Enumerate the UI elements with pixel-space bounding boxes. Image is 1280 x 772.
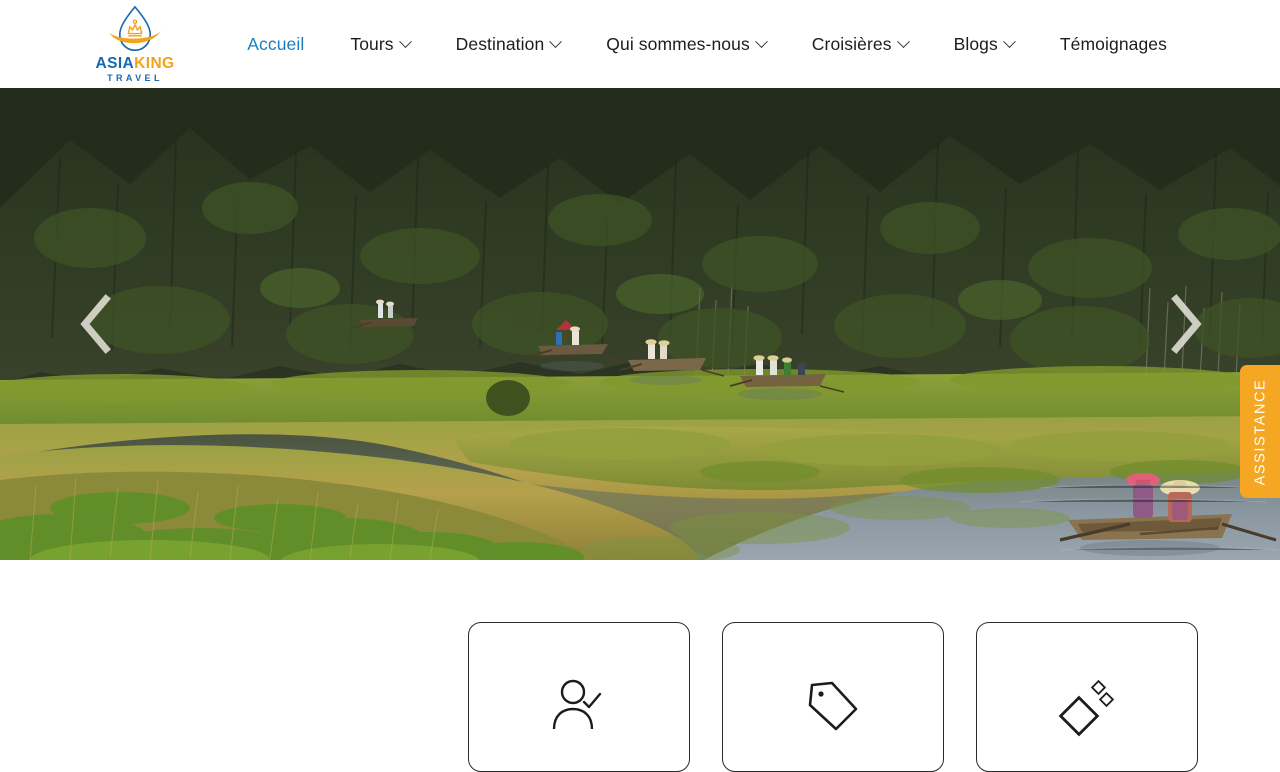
chevron-down-icon [398, 34, 412, 48]
chevron-down-icon [549, 34, 563, 48]
nav-item-destination[interactable]: Destination [433, 34, 584, 55]
site-logo[interactable]: ASIAKING TRAVEL [80, 5, 190, 83]
nav-label: Croisières [811, 33, 892, 54]
price-tag-icon [808, 681, 858, 731]
nav-item-tours[interactable]: Tours [327, 34, 432, 55]
nav-label: Blogs [953, 33, 998, 54]
assistance-label: ASSISTANCE [1252, 378, 1268, 485]
site-header: ASIAKING TRAVEL Accueil Tours Destinatio… [0, 0, 1280, 88]
water-drop-crown-logo-icon [109, 5, 161, 52]
logo-word-asia: ASIA [95, 54, 135, 72]
hero-landscape-image [0, 88, 1280, 560]
user-check-icon [552, 679, 602, 730]
feature-card-3[interactable] [976, 622, 1198, 772]
carousel-prev-button[interactable] [74, 293, 120, 355]
logo-tagline: TRAVEL [107, 73, 163, 83]
chevron-down-icon [754, 34, 768, 48]
chevron-down-icon [1002, 34, 1016, 48]
feature-cards-section [0, 560, 1280, 772]
nav-item-blogs[interactable]: Blogs [931, 34, 1037, 55]
logo-word-king: KING [134, 54, 175, 72]
nav-item-qui-sommes-nous[interactable]: Qui sommes-nous [583, 34, 789, 55]
logo-wordmark: ASIAKING [95, 54, 175, 72]
carousel-next-button[interactable] [1162, 293, 1208, 355]
nav-label: Accueil [247, 33, 305, 54]
chevron-left-icon [80, 294, 111, 354]
nav-label: Témoignages [1059, 33, 1167, 54]
nav-label: Destination [455, 33, 545, 54]
nav-item-croisieres[interactable]: Croisières [789, 34, 931, 55]
nav-label: Tours [350, 33, 394, 54]
main-navigation: Accueil Tours Destination Qui sommes-nou… [190, 34, 1280, 55]
nav-item-temoignages[interactable]: Témoignages [1037, 34, 1190, 55]
nav-label: Qui sommes-nous [606, 33, 750, 54]
assistance-tab[interactable]: ASSISTANCE [1240, 365, 1280, 498]
hero-carousel [0, 88, 1280, 560]
diamond-gem-icon [1058, 679, 1115, 737]
nav-item-accueil[interactable]: Accueil [224, 34, 327, 55]
chevron-right-icon [1171, 294, 1202, 354]
feature-card-2[interactable] [722, 622, 944, 772]
feature-card-1[interactable] [468, 622, 690, 772]
chevron-down-icon [896, 34, 910, 48]
